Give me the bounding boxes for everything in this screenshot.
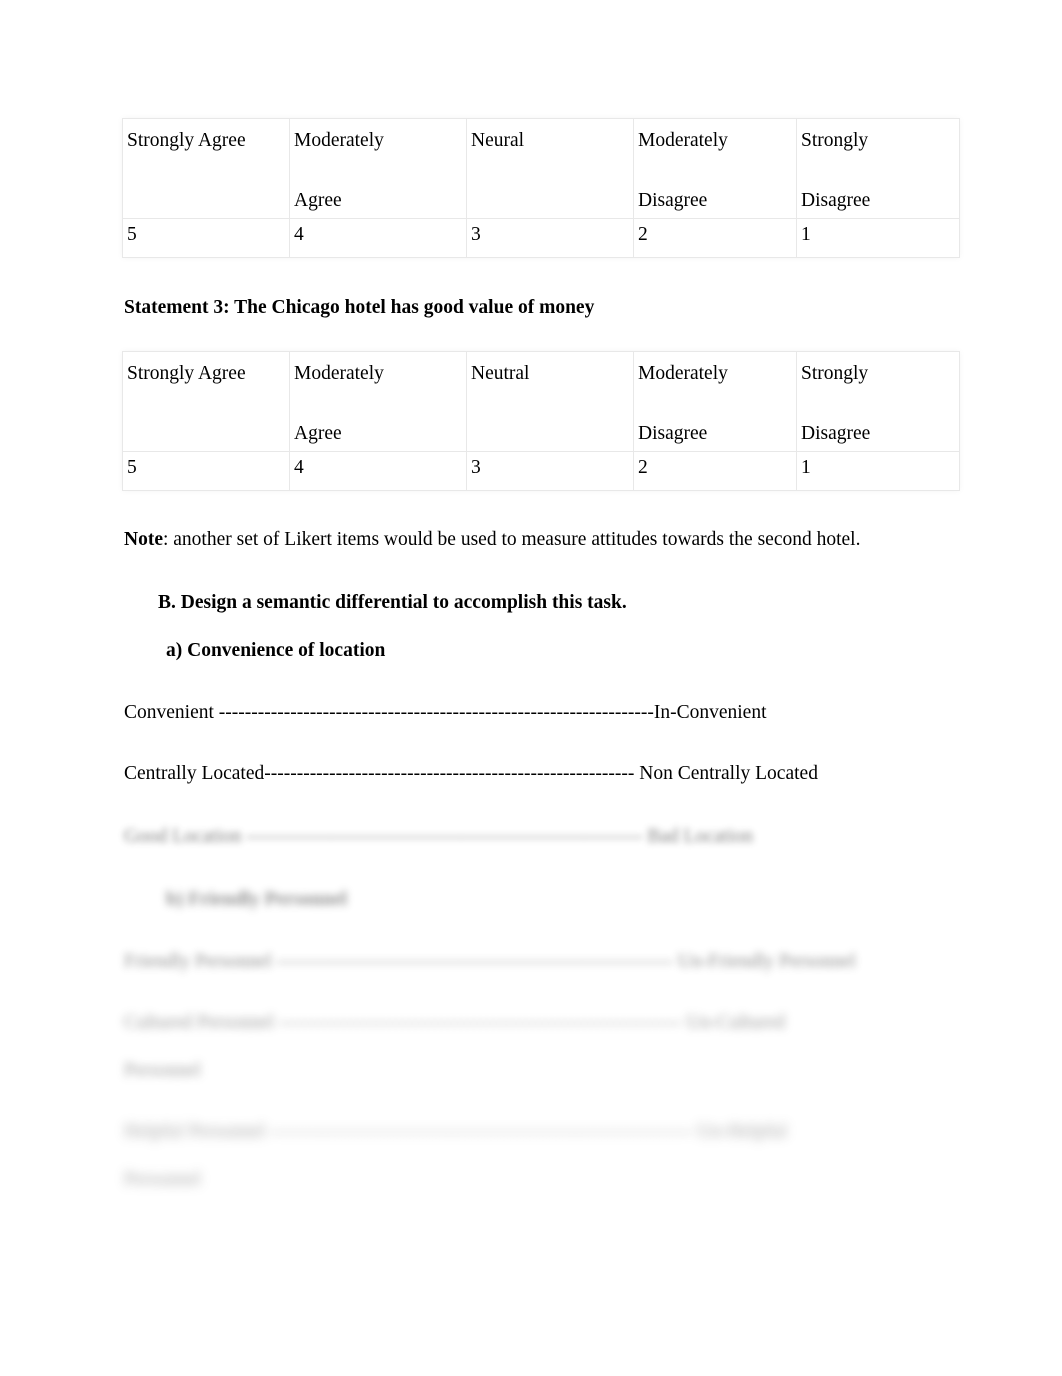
- table-cell: Moderately Agree: [289, 117, 467, 220]
- scale-dashes: ----------------------------------------…: [218, 702, 654, 723]
- table-row: Strongly Agree Moderately Agree Neutral …: [122, 350, 960, 453]
- scale-value-cell: 2: [633, 218, 797, 259]
- note-text: : another set of Likert items would be u…: [162, 529, 861, 550]
- scale-value-cell: 1: [796, 218, 960, 259]
- scale-label-second-line: Disagree: [638, 422, 708, 444]
- semantic-differential-scale-helpful-personnel: Helpful Personnel ----------------------…: [124, 1118, 787, 1146]
- semantic-differential-scale-convenient: Convenient -----------------------------…: [124, 699, 767, 727]
- scale-anchor-right: Non Centrally Located: [634, 763, 818, 784]
- scale-value-cell: 1: [796, 451, 960, 492]
- table-cell: Strongly Agree: [122, 117, 290, 220]
- table-cell: Strongly Disagree: [796, 350, 960, 453]
- scale-label: Strongly Agree: [127, 130, 246, 151]
- scale-anchor-right: Bad Location: [642, 826, 753, 847]
- scale-label: Neural: [471, 130, 525, 151]
- scale-dashes: ----------------------------------------…: [276, 951, 673, 972]
- likert-scale-table-1: Strongly Agree Moderately Agree Neural M…: [122, 117, 960, 259]
- table-cell: Strongly Disagree: [796, 117, 960, 220]
- scale-dashes: ----------------------------------------…: [264, 763, 635, 784]
- scale-anchor-right-wrap: Personnel: [124, 1169, 201, 1190]
- scale-value-cell: 5: [122, 451, 290, 492]
- table-cell: Moderately Disagree: [633, 117, 797, 220]
- table-row: 5 4 3 2 1: [122, 218, 960, 259]
- scale-value-cell: 2: [633, 451, 797, 492]
- scale-value-cell: 4: [289, 218, 467, 259]
- scale-dashes: ----------------------------------------…: [278, 1012, 682, 1033]
- scale-anchor-right: Un-Cultured: [681, 1012, 785, 1033]
- note-label: Note: [124, 529, 163, 550]
- table-row: Strongly Agree Moderately Agree Neural M…: [122, 117, 960, 220]
- scale-anchor-right: Un-Friendly Personnel: [672, 951, 856, 972]
- scale-anchor-left: Cultured Personnel: [124, 1012, 279, 1033]
- scale-label: Strongly Agree: [127, 363, 246, 384]
- likert-scale-table-2: Strongly Agree Moderately Agree Neutral …: [122, 350, 960, 492]
- scale-label-second-line: Disagree: [801, 422, 871, 444]
- scale-label: Moderately: [638, 363, 728, 384]
- semantic-differential-scale-good-location: Good Location --------------------------…: [124, 823, 753, 851]
- scale-label: Strongly: [801, 363, 869, 384]
- table-cell: Moderately Disagree: [633, 350, 797, 453]
- scale-anchor-left: Friendly Personnel: [124, 951, 277, 972]
- scale-dashes: ----------------------------------------…: [270, 1121, 693, 1142]
- semantic-differential-scale-cultured-personnel: Cultured Personnel ---------------------…: [124, 1009, 785, 1037]
- scale-label: Moderately: [294, 130, 384, 151]
- scale-anchor-right-wrap: Personnel: [124, 1060, 201, 1081]
- heading-item-b: b) Friendly Personnel: [166, 889, 347, 910]
- statement-3-heading: Statement 3: The Chicago hotel has good …: [124, 297, 595, 318]
- heading-item-a: a) Convenience of location: [166, 640, 386, 661]
- scale-value-cell: 3: [466, 218, 634, 259]
- scale-label-second-line: Disagree: [638, 189, 708, 211]
- scale-value-cell: 4: [289, 451, 467, 492]
- scale-anchor-left: Convenient: [124, 702, 219, 723]
- note-paragraph: Note: another set of Likert items would …: [124, 526, 860, 554]
- scale-dashes: ----------------------------------------…: [246, 826, 643, 847]
- semantic-differential-scale-centrally-located: Centrally Located-----------------------…: [124, 760, 818, 788]
- heading-part-b: B. Design a semantic differential to acc…: [158, 592, 627, 613]
- table-cell: Moderately Agree: [289, 350, 467, 453]
- scale-label: Strongly: [801, 130, 869, 151]
- scale-label-second-line: Agree: [294, 189, 342, 211]
- scale-anchor-left: Centrally Located: [124, 763, 265, 784]
- scale-anchor-right: In-Convenient: [653, 702, 767, 723]
- scale-anchor-left: Good Location: [124, 826, 247, 847]
- scale-label: Neutral: [471, 363, 530, 384]
- table-cell: Strongly Agree: [122, 350, 290, 453]
- scale-anchor-left: Helpful Personnel: [124, 1121, 271, 1142]
- scale-value-cell: 3: [466, 451, 634, 492]
- scale-value-cell: 5: [122, 218, 290, 259]
- table-cell: Neural: [466, 117, 634, 220]
- semantic-differential-scale-friendly-personnel: Friendly Personnel ---------------------…: [124, 948, 856, 976]
- scale-label: Moderately: [638, 130, 728, 151]
- scale-label-second-line: Agree: [294, 422, 342, 444]
- scale-label: Moderately: [294, 363, 384, 384]
- table-cell: Neutral: [466, 350, 634, 453]
- scale-label-second-line: Disagree: [801, 189, 871, 211]
- scale-anchor-right: Un-Helpful: [692, 1121, 788, 1142]
- document-page: Strongly Agree Moderately Agree Neural M…: [0, 0, 1062, 1376]
- table-row: 5 4 3 2 1: [122, 451, 960, 492]
